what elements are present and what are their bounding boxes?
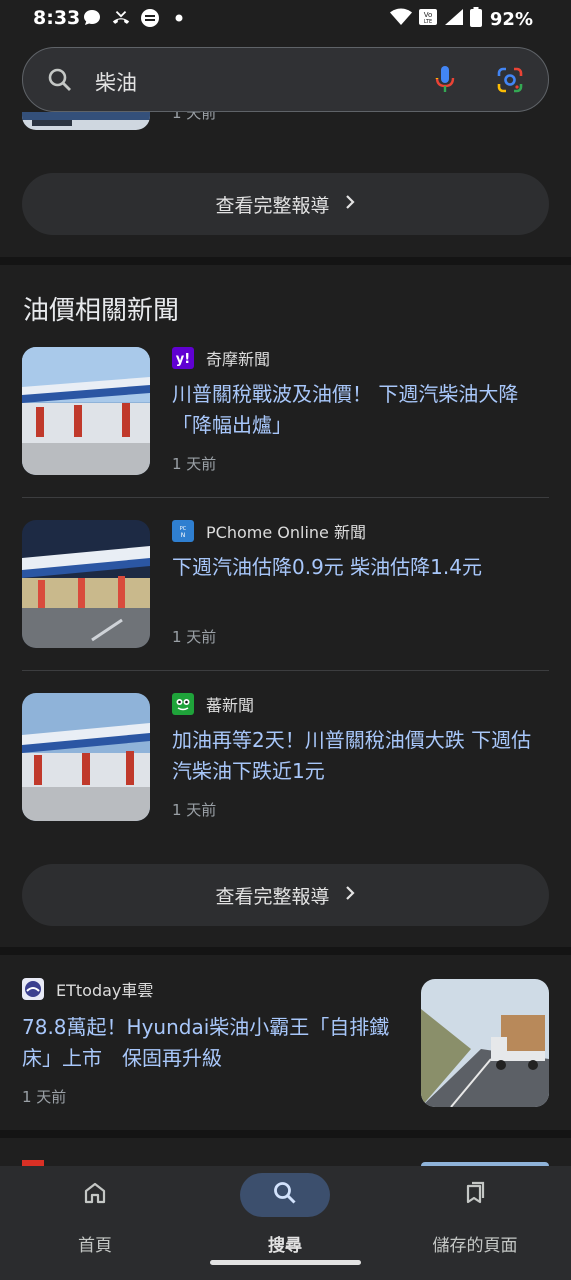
google-lens-icon[interactable] — [496, 66, 524, 98]
ettoday-article[interactable]: ETtoday車雲 78.8萬起！Hyundai柴油小霸王「自排鐵床」上市 保固… — [22, 978, 549, 1108]
nav-saved-label: 儲存的頁面 — [432, 1236, 518, 1256]
nav-home-pill[interactable] — [50, 1173, 140, 1217]
chevron-right-icon — [344, 194, 356, 214]
search-icon — [47, 67, 73, 97]
search-input[interactable]: 柴油 — [95, 67, 137, 97]
yahoo-logo-icon: y! — [172, 347, 194, 369]
ettoday-logo-icon — [22, 978, 44, 1000]
svg-text:y!: y! — [176, 352, 190, 366]
source-name: PChome Online 新聞 — [206, 523, 366, 542]
nav-home-label: 首頁 — [78, 1236, 112, 1256]
article-time: 1 天前 — [172, 628, 217, 646]
pchome-logo-icon: PC N — [172, 520, 194, 542]
article-thumbnail[interactable] — [421, 979, 549, 1107]
frog-logo-icon — [172, 693, 194, 715]
article-source: 蕃新聞 — [172, 693, 254, 715]
chevron-right-icon — [344, 885, 356, 905]
partial-article-thumbnail[interactable] — [22, 112, 150, 130]
search-icon — [272, 1180, 298, 1210]
article-divider — [22, 497, 549, 498]
source-name: 奇摩新聞 — [206, 350, 271, 369]
article-thumbnail[interactable] — [22, 693, 150, 821]
article-source: y! 奇摩新聞 — [172, 347, 270, 369]
news-article-3[interactable]: 蕃新聞 加油再等2天！川普關稅油價大跌 下週估汽柴油下跌近1元 1 天前 — [22, 693, 549, 821]
section-separator — [0, 257, 571, 265]
news-article-1[interactable]: y! 奇摩新聞 川普關稅戰波及油價！ 下週汽柴油大降「降幅出爐」 1 天前 — [22, 347, 549, 475]
article-headline[interactable]: 加油再等2天！川普關稅油價大跌 下週估汽柴油下跌近1元 — [172, 725, 549, 787]
section-separator — [0, 947, 571, 955]
gesture-bar[interactable] — [210, 1260, 361, 1265]
source-name: 蕃新聞 — [206, 696, 255, 715]
article-time: 1 天前 — [22, 1088, 67, 1106]
nav-saved-pill[interactable] — [430, 1173, 520, 1217]
nav-search[interactable]: 搜尋 — [190, 1166, 380, 1266]
article-source: PC N PChome Online 新聞 — [172, 520, 366, 542]
article-headline[interactable]: 下週汽油估降0.9元 柴油估降1.4元 — [172, 552, 549, 583]
nav-search-pill[interactable] — [240, 1173, 330, 1217]
nav-saved[interactable]: 儲存的頁面 — [380, 1166, 570, 1266]
article-source: ETtoday車雲 — [22, 978, 153, 1000]
full-coverage-label: 查看完整報導 — [215, 194, 330, 217]
full-coverage-button-top[interactable]: 查看完整報導 — [22, 173, 549, 235]
home-icon — [82, 1180, 108, 1210]
section-title: 油價相關新聞 — [23, 296, 180, 326]
partial-article-time: 1 天前 — [172, 112, 217, 122]
microphone-icon[interactable] — [434, 64, 456, 100]
article-time: 1 天前 — [172, 801, 217, 819]
section-separator — [0, 1130, 571, 1138]
full-coverage-label: 查看完整報導 — [215, 885, 330, 908]
article-thumbnail[interactable] — [22, 347, 150, 475]
results-feed[interactable]: 1 天前 查看完整報導 油價相關新聞 y! 奇摩新聞 川普關稅戰波及油價！ 下週… — [0, 0, 571, 1166]
full-coverage-button[interactable]: 查看完整報導 — [22, 864, 549, 926]
article-headline[interactable]: 78.8萬起！Hyundai柴油小霸王「自排鐵床」上市 保固再升級 — [22, 1012, 407, 1074]
article-headline[interactable]: 川普關稅戰波及油價！ 下週汽柴油大降「降幅出爐」 — [172, 379, 549, 441]
search-bar[interactable]: 柴油 — [22, 47, 549, 112]
nav-home[interactable]: 首頁 — [0, 1166, 190, 1266]
article-time: 1 天前 — [172, 455, 217, 473]
svg-text:N: N — [181, 532, 186, 539]
nav-search-label: 搜尋 — [268, 1236, 302, 1256]
article-thumbnail[interactable] — [22, 520, 150, 648]
source-name: ETtoday車雲 — [56, 981, 154, 1000]
article-divider — [22, 670, 549, 671]
news-article-2[interactable]: PC N PChome Online 新聞 下週汽油估降0.9元 柴油估降1.4元… — [22, 520, 549, 648]
bookmarks-icon — [462, 1180, 488, 1210]
